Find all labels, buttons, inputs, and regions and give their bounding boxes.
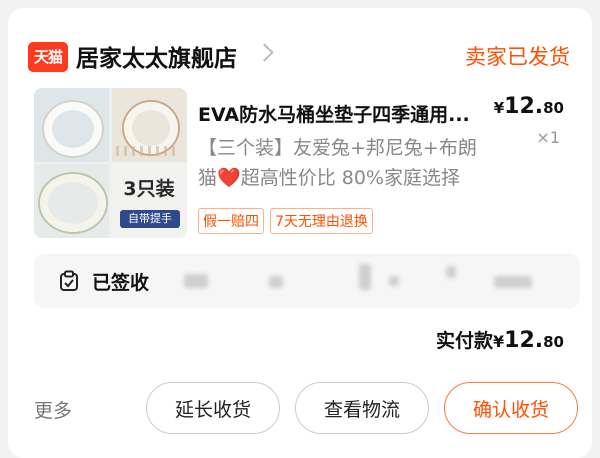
price-currency: ¥ bbox=[493, 99, 505, 117]
redacted-text bbox=[389, 276, 399, 286]
extend-receipt-button[interactable]: 延长收货 bbox=[146, 382, 280, 434]
shop-name[interactable]: 居家太太旗舰店 bbox=[76, 39, 237, 73]
chevron-right-icon[interactable] bbox=[255, 43, 274, 62]
total-currency: ¥ bbox=[493, 332, 505, 351]
total-integer: 12. bbox=[504, 328, 544, 353]
product-price: ¥12.80 bbox=[494, 94, 564, 119]
total-decimal: 80 bbox=[543, 333, 564, 351]
redacted-text bbox=[494, 276, 532, 288]
tag-7day-return: 7天无理由退换 bbox=[270, 208, 373, 234]
product-sku: 【三个装】友爱兔+邦尼兔+布朗 猫❤️超高性价比 80%家庭选择 bbox=[198, 133, 528, 193]
redacted-text bbox=[269, 276, 283, 288]
pack-sublabel: 自带提手 bbox=[120, 210, 180, 228]
sku-line-1: 【三个装】友爱兔+邦尼兔+布朗 bbox=[198, 137, 477, 159]
clipboard-check-icon bbox=[60, 270, 78, 291]
more-link[interactable]: 更多 bbox=[34, 396, 72, 423]
product-title[interactable]: EVA防水马桶坐垫子四季通用... bbox=[198, 100, 470, 127]
total-label: 实付款 bbox=[435, 330, 493, 352]
confirm-receipt-button[interactable]: 确认收货 bbox=[444, 382, 578, 434]
product-thumb: 3只装 自带提手 bbox=[112, 164, 187, 238]
order-status: 卖家已发货 bbox=[465, 45, 570, 69]
order-card: 天猫 居家太太旗舰店 卖家已发货 3只装 自带提手 EVA防水马桶坐垫子四季通用… bbox=[8, 8, 592, 458]
price-integer: 12. bbox=[504, 94, 544, 119]
redacted-text bbox=[184, 274, 208, 288]
view-logistics-button[interactable]: 查看物流 bbox=[295, 382, 429, 434]
product-thumb bbox=[34, 88, 109, 162]
tag-fake-compensation: 假一赔四 bbox=[198, 208, 264, 234]
sku-line-2: 猫❤️超高性价比 80%家庭选择 bbox=[198, 163, 528, 193]
redacted-text bbox=[359, 264, 371, 290]
product-image[interactable]: 3只装 自带提手 bbox=[34, 88, 187, 238]
order-total: 实付款¥12.80 bbox=[436, 326, 564, 353]
product-thumb bbox=[112, 88, 187, 162]
price-decimal: 80 bbox=[543, 99, 564, 117]
product-thumb bbox=[34, 164, 109, 238]
pack-label: 3只装 bbox=[123, 178, 175, 200]
service-tags: 假一赔四 7天无理由退换 bbox=[198, 208, 373, 234]
sku-text: 猫 bbox=[198, 167, 218, 189]
logistics-strip[interactable]: 已签收 bbox=[34, 254, 580, 308]
product-quantity: ×1 bbox=[536, 128, 560, 147]
heart-icon: ❤️ bbox=[217, 167, 241, 189]
sku-text: 超高性价比 80%家庭选择 bbox=[240, 167, 460, 189]
tmall-badge-icon: 天猫 bbox=[28, 42, 68, 72]
redacted-text bbox=[446, 266, 456, 278]
logistics-status: 已签收 bbox=[92, 272, 150, 294]
